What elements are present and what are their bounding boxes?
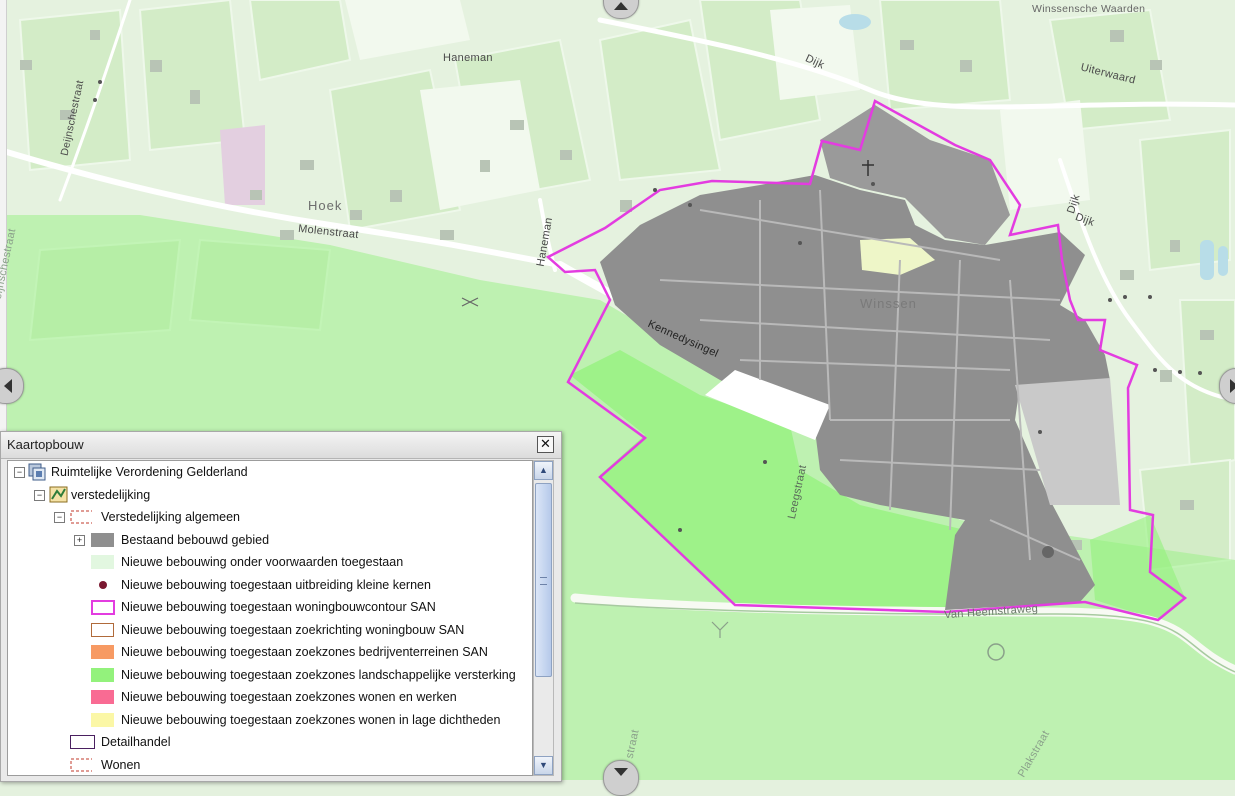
grip-icon <box>540 577 547 585</box>
label-winssensche-waarden: Winssensche Waarden <box>1032 3 1146 15</box>
scroll-up-button[interactable]: ▲ <box>534 461 553 480</box>
tree-item-label: Ruimtelijke Verordening Gelderland <box>51 465 248 479</box>
layer-icon <box>49 486 68 503</box>
legend-header: Kaartopbouw ✕ <box>1 432 561 459</box>
legend-entry-label: Nieuwe bebouwing toegestaan zoekzones la… <box>121 668 516 682</box>
legend-entry-label: Nieuwe bebouwing toegestaan zoekzones wo… <box>121 690 457 704</box>
legend-panel: Kaartopbouw ✕ − Ruimtelijke Verordening … <box>0 431 562 782</box>
legend-scrollbar[interactable]: ▲ ▼ <box>533 460 554 776</box>
scroll-thumb[interactable] <box>535 483 552 677</box>
service-icon <box>28 463 46 481</box>
pan-down-button[interactable] <box>603 760 639 796</box>
dashed-outline-symbol <box>70 510 92 524</box>
legend-entry-label: Nieuwe bebouwing toegestaan uitbreiding … <box>121 578 431 592</box>
fill-symbol <box>91 713 114 727</box>
legend-entry-label: Nieuwe bebouwing onder voorwaarden toege… <box>121 555 404 569</box>
fill-symbol <box>91 645 114 659</box>
legend-entry-label: Nieuwe bebouwing toegestaan zoekzones be… <box>121 645 488 659</box>
marker-dot <box>1042 546 1054 558</box>
tree-item-label: Bestaand bebouwd gebied <box>121 533 270 547</box>
fill-symbol <box>91 555 114 569</box>
legend-entry-label: Nieuwe bebouwing toegestaan zoekzones wo… <box>121 713 501 727</box>
legend-tree: − Ruimtelijke Verordening Gelderland − v… <box>7 460 533 776</box>
fill-symbol <box>91 668 114 682</box>
collapse-icon[interactable]: − <box>54 512 65 523</box>
tree-item-label: Wonen <box>101 758 141 772</box>
arrow-left-icon <box>4 379 12 393</box>
dashed-outline-symbol <box>70 758 92 772</box>
collapse-icon[interactable]: − <box>14 467 25 478</box>
collapse-icon[interactable]: − <box>34 490 45 501</box>
fill-symbol <box>91 690 114 704</box>
outline-symbol <box>70 735 95 749</box>
tree-item-label: Detailhandel <box>101 735 171 749</box>
label-winssen: Winssen <box>860 296 917 311</box>
arrow-down-icon <box>614 768 628 776</box>
tree-item-label: verstedelijking <box>71 488 151 502</box>
outline-symbol <box>91 623 114 637</box>
outline-symbol <box>91 600 115 615</box>
arrow-right-icon <box>1230 379 1235 393</box>
fill-symbol <box>91 533 114 547</box>
close-button[interactable]: ✕ <box>537 436 554 453</box>
tree-item-label: Verstedelijking algemeen <box>101 510 240 524</box>
legend-entry-label: Nieuwe bebouwing toegestaan zoekrichting… <box>121 623 465 637</box>
label-hoek: Hoek <box>308 198 343 213</box>
legend-title: Kaartopbouw <box>7 437 84 452</box>
dot-symbol <box>99 581 107 589</box>
label-haneman-top: Haneman <box>443 52 493 64</box>
scroll-down-button[interactable]: ▼ <box>534 756 553 775</box>
expand-icon[interactable]: + <box>74 535 85 546</box>
arrow-up-icon <box>614 2 628 10</box>
legend-entry-label: Nieuwe bebouwing toegestaan woningbouwco… <box>121 600 436 614</box>
